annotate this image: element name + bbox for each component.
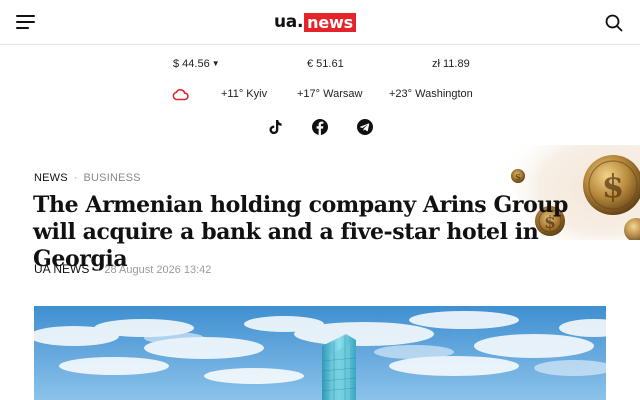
- rate-usd-value: $ 44.56: [173, 58, 210, 70]
- article-date: 28 August 2026 13:42: [104, 264, 212, 276]
- weather-washington[interactable]: +23° Washington: [389, 88, 473, 100]
- cloud-icon: [172, 88, 189, 101]
- tiktok-icon[interactable]: [266, 118, 284, 136]
- weather-warsaw[interactable]: +17° Warsaw: [297, 88, 362, 100]
- article-hero-image: [34, 306, 606, 400]
- meta-separator: ·: [96, 262, 101, 276]
- weather-kyiv[interactable]: +11° Kyiv: [221, 88, 267, 100]
- breadcrumb-news[interactable]: NEWS: [34, 172, 68, 184]
- svg-text:$: $: [602, 167, 624, 205]
- facebook-icon[interactable]: [311, 118, 329, 136]
- breadcrumb-business[interactable]: BUSINESS: [83, 172, 140, 184]
- breadcrumb-separator: ·: [73, 172, 78, 184]
- article-title: The Armenian holding company Arins Group…: [33, 192, 568, 272]
- site-logo[interactable]: ua. news: [274, 12, 356, 32]
- svg-text:$: $: [515, 173, 521, 183]
- rate-eur: € 51.61: [307, 58, 344, 70]
- article-source[interactable]: UA NEWS: [34, 262, 89, 276]
- telegram-icon[interactable]: [356, 118, 374, 136]
- rate-pln: zł 11.89: [432, 58, 470, 70]
- social-links: [0, 118, 640, 138]
- down-arrow-icon: ▼: [211, 59, 220, 68]
- article-meta: UA NEWS · 28 August 2026 13:42: [34, 262, 211, 276]
- currency-rates: $ 44.56 ▼ € 51.61 zł 11.89: [0, 58, 640, 72]
- search-icon[interactable]: [604, 13, 624, 33]
- breadcrumb: NEWS · BUSINESS: [34, 172, 141, 184]
- logo-ua-text: ua.: [274, 12, 304, 32]
- top-header: ua. news: [0, 0, 640, 45]
- logo-news-badge: news: [304, 12, 356, 32]
- weather-bar: +11° Kyiv +17° Warsaw +23° Washington: [0, 87, 640, 103]
- hamburger-menu-icon[interactable]: [16, 14, 36, 30]
- rate-usd: $ 44.56 ▼: [173, 58, 220, 70]
